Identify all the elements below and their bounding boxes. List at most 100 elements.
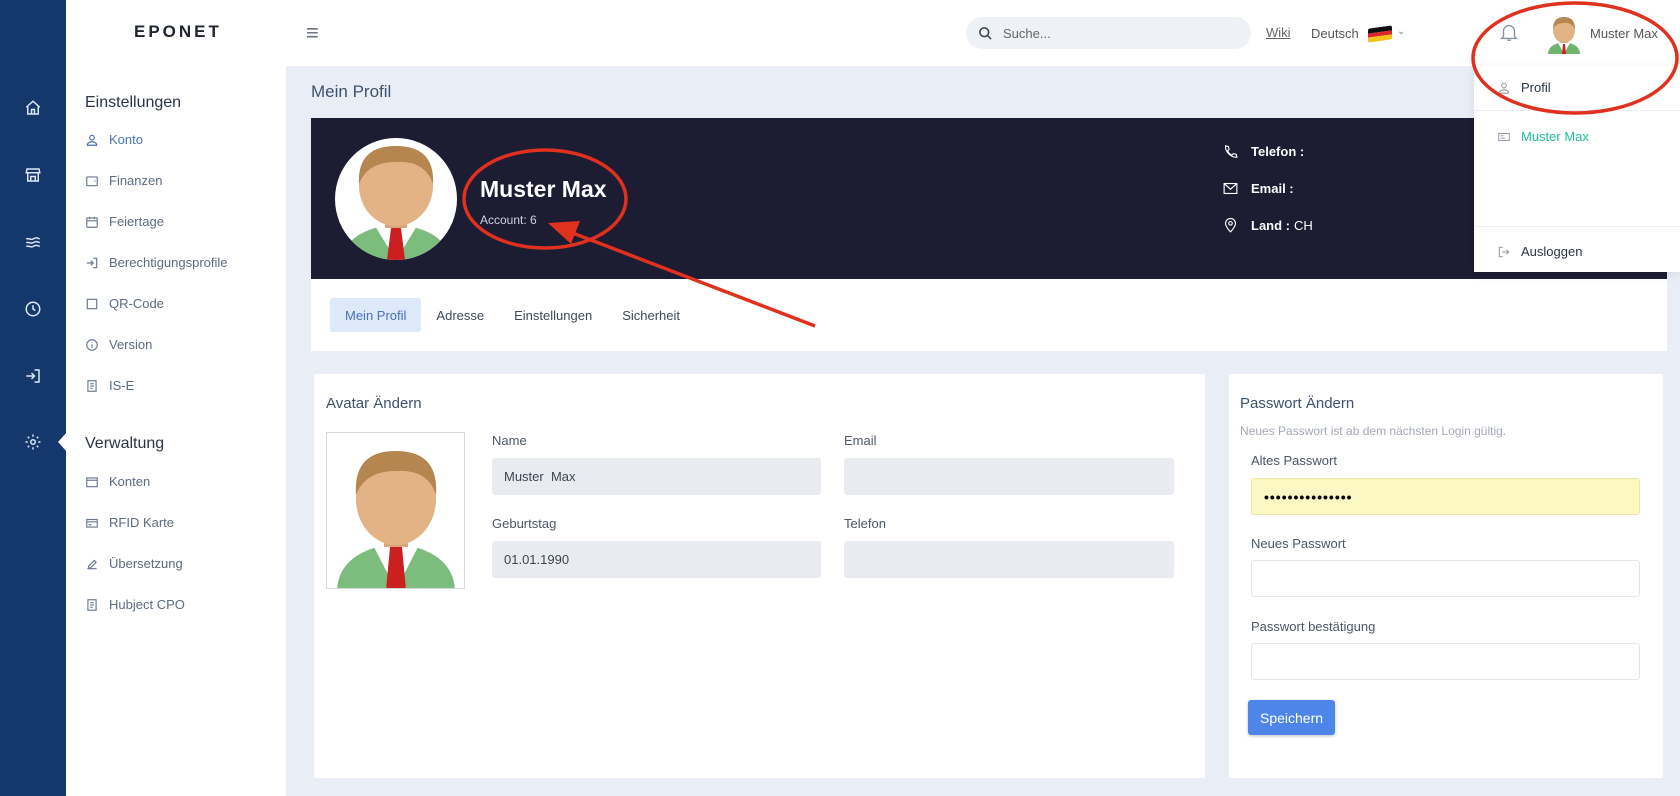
phone-icon <box>1224 145 1238 158</box>
sidebar-heading-admin: Verwaltung <box>85 435 165 452</box>
menu-item-account[interactable]: Muster Max <box>1497 129 1589 144</box>
profile-tabs: Mein Profil Adresse Einstellungen Sicher… <box>330 298 695 332</box>
sidebar-item-label: Berechtigungsprofile <box>109 255 228 270</box>
profile-account: Account: 6 <box>480 213 537 227</box>
mail-icon <box>1223 182 1238 195</box>
sidebar-item-hubject-cpo[interactable]: Hubject CPO <box>85 597 185 612</box>
user-name-label[interactable]: Muster Max <box>1590 26 1658 41</box>
language-selector[interactable]: Deutsch <box>1311 26 1359 41</box>
sidebar-item-finanzen[interactable]: Finanzen <box>85 173 162 188</box>
waves-icon[interactable] <box>0 222 66 262</box>
tab-sicherheit[interactable]: Sicherheit <box>607 298 695 332</box>
name-field[interactable] <box>492 458 821 495</box>
square-icon <box>86 298 98 309</box>
store-icon[interactable] <box>0 155 66 195</box>
home-icon[interactable] <box>0 88 66 128</box>
sidebar-item-label: Übersetzung <box>109 556 183 571</box>
info-icon <box>86 338 98 351</box>
sign-in-icon <box>86 257 98 268</box>
menu-divider <box>1474 226 1680 227</box>
user-icon <box>86 134 98 146</box>
profile-name: Muster Max <box>480 176 607 202</box>
wiki-link[interactable]: Wiki <box>1266 25 1291 40</box>
contact-country-value: CH <box>1294 218 1313 233</box>
profile-avatar <box>335 138 457 260</box>
sidebar-item-konten[interactable]: Konten <box>85 474 150 489</box>
menu-divider <box>1474 110 1680 111</box>
contact-country-label: Land : <box>1251 218 1290 233</box>
birthday-field[interactable] <box>492 541 821 578</box>
sidebar-item-feiertage[interactable]: Feiertage <box>85 214 164 229</box>
sidebar-item-label: IS-E <box>109 378 135 393</box>
sidebar-item-is-e[interactable]: IS-E <box>85 378 134 393</box>
confirm-password-label: Passwort bestätigung <box>1251 619 1376 634</box>
confirm-password-field[interactable] <box>1251 643 1640 680</box>
old-password-field[interactable] <box>1251 478 1640 515</box>
avatar-preview[interactable] <box>326 432 465 589</box>
nav-rail <box>0 0 67 796</box>
app-logo[interactable]: EPONET <box>134 22 222 42</box>
user-menu: Profil Muster Max Ausloggen <box>1474 66 1680 272</box>
sidebar-item-berechtigungsprofile[interactable]: Berechtigungsprofile <box>85 255 228 270</box>
window-icon <box>86 476 98 487</box>
menu-item-label: Muster Max <box>1521 129 1589 144</box>
menu-item-logout[interactable]: Ausloggen <box>1497 244 1582 259</box>
sidebar-item-label: QR-Code <box>109 296 164 311</box>
phone-field[interactable] <box>844 541 1174 578</box>
user-avatar[interactable] <box>1546 14 1582 54</box>
password-panel-title: Passwort Ändern <box>1240 395 1355 412</box>
contact-country: Land : CH <box>1222 217 1313 234</box>
sidebar-item-uebersetzung[interactable]: Übersetzung <box>85 556 183 571</box>
name-label: Name <box>492 433 527 448</box>
gear-icon[interactable] <box>0 422 66 462</box>
sidebar-item-label: Feiertage <box>109 214 164 229</box>
search-icon <box>979 26 992 40</box>
sidebar-heading-settings: Einstellungen <box>85 94 182 111</box>
phone-label: Telefon <box>844 516 886 531</box>
contact-email-label: Email : <box>1251 181 1294 196</box>
tab-mein-profil[interactable]: Mein Profil <box>330 298 422 332</box>
sidebar-item-qr-code[interactable]: QR-Code <box>85 296 164 311</box>
menu-item-profil[interactable]: Profil <box>1497 80 1551 95</box>
avatar-panel-title: Avatar Ändern <box>326 395 422 412</box>
user-icon <box>1498 82 1510 94</box>
sidebar-item-rfid-karte[interactable]: RFID Karte <box>85 515 174 530</box>
save-button[interactable]: Speichern <box>1248 700 1336 735</box>
new-password-field[interactable] <box>1251 560 1640 597</box>
login-icon[interactable] <box>0 356 66 396</box>
sidebar-item-label: Version <box>109 337 153 352</box>
tab-einstellungen[interactable]: Einstellungen <box>499 298 607 332</box>
logout-icon <box>1498 246 1510 257</box>
contact-phone-label: Telefon : <box>1251 144 1305 159</box>
email-label: Email <box>844 433 877 448</box>
bell-icon[interactable] <box>1498 20 1520 49</box>
menu-item-label: Profil <box>1521 80 1551 95</box>
birthday-label: Geburtstag <box>492 516 557 531</box>
edit-icon <box>87 559 97 569</box>
profile-card: Muster Max Account: 6 Telefon : Email : … <box>311 118 1667 351</box>
sidebar-item-label: Hubject CPO <box>109 597 185 612</box>
contact-email: Email : <box>1222 180 1298 197</box>
avatar-panel: Avatar Ändern Name Email Geburtstag Tele… <box>314 374 1205 778</box>
calendar-icon <box>86 216 98 228</box>
chevron-down-icon[interactable]: ⌄ <box>1397 26 1405 37</box>
sidebar: Einstellungen Konto Finanzen Feiertage B… <box>66 66 286 796</box>
menu-item-label: Ausloggen <box>1521 244 1583 259</box>
sidebar-item-version[interactable]: Version <box>85 337 152 352</box>
clock-icon[interactable] <box>0 289 66 329</box>
email-field[interactable] <box>844 458 1174 495</box>
sidebar-item-label: RFID Karte <box>109 515 175 530</box>
contact-phone: Telefon : <box>1222 143 1308 160</box>
id-card-icon <box>1498 132 1510 141</box>
search-input[interactable] <box>1003 25 1223 41</box>
menu-toggle-icon[interactable]: ≡ <box>306 20 319 46</box>
document-icon <box>87 379 97 392</box>
sidebar-item-label: Konto <box>109 132 143 147</box>
card-icon <box>86 518 98 528</box>
old-password-label: Altes Passwort <box>1251 453 1337 468</box>
sidebar-item-konto[interactable]: Konto <box>85 132 143 147</box>
tab-adresse[interactable]: Adresse <box>421 298 499 332</box>
wallet-icon <box>86 175 98 186</box>
profile-banner: Muster Max Account: 6 Telefon : Email : … <box>311 118 1667 279</box>
location-pin-icon <box>1224 217 1237 233</box>
